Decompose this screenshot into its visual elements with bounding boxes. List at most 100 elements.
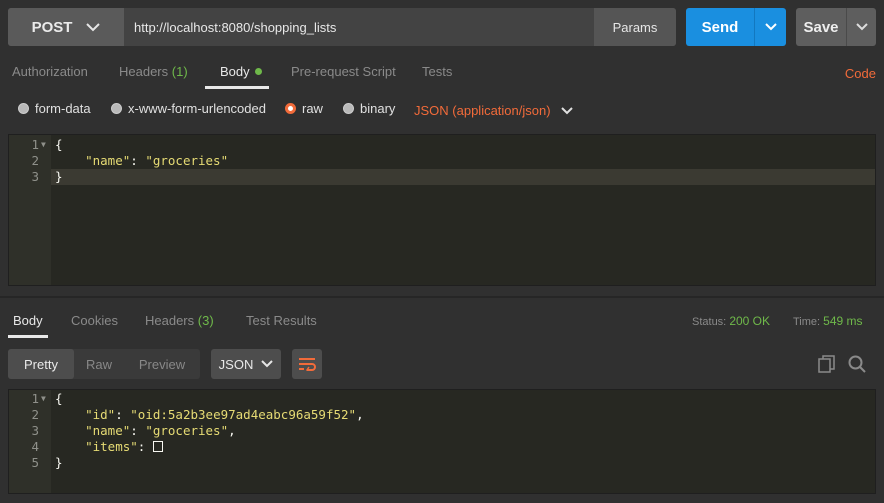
line-number: 2 xyxy=(31,407,39,422)
code-link[interactable]: Code xyxy=(845,66,876,81)
response-tab-test-results[interactable]: Test Results xyxy=(246,313,317,328)
search-button[interactable] xyxy=(847,354,867,374)
line-number: 3 xyxy=(31,423,39,438)
code-line: 2 "name": "groceries" xyxy=(9,153,875,169)
response-format-select[interactable]: JSON xyxy=(211,349,281,379)
code-line: 2 "id": "oid:5a2b3ee97ad4eabc96a59f52", xyxy=(9,407,875,423)
status-label: Status: xyxy=(692,316,727,328)
tab-pre-request-script[interactable]: Pre-request Script xyxy=(291,64,396,79)
url-bar: POST http://localhost:8080/shopping_list… xyxy=(8,8,676,46)
url-input[interactable]: http://localhost:8080/shopping_lists xyxy=(124,8,594,46)
line-number: 5 xyxy=(31,455,39,470)
radio-binary-label: binary xyxy=(360,101,396,116)
code-line-active: 3 } xyxy=(31,169,875,185)
copy-button[interactable] xyxy=(817,354,837,374)
radio-form-data-label: form-data xyxy=(35,101,91,116)
line-number: 3 xyxy=(31,169,39,184)
radio-x-www-form-urlencoded[interactable]: x-www-form-urlencoded xyxy=(111,101,266,116)
line-number: 1 xyxy=(31,391,39,406)
response-tab-body[interactable]: Body xyxy=(13,313,43,328)
tab-body-label: Body xyxy=(220,64,250,79)
send-dropdown-button[interactable] xyxy=(754,8,786,46)
wrap-lines-icon xyxy=(299,358,316,371)
code-line: 1 ▼ { xyxy=(9,137,875,153)
copy-icon xyxy=(818,355,835,373)
response-tab-cookies[interactable]: Cookies xyxy=(71,313,118,328)
radio-circle-icon xyxy=(18,103,29,114)
code-text: { xyxy=(55,137,63,152)
view-raw-button[interactable]: Raw xyxy=(74,349,124,379)
content-type-select[interactable]: JSON (application/json) xyxy=(414,103,573,118)
tab-tests[interactable]: Tests xyxy=(422,64,452,79)
status-readout: Status: 200 OK xyxy=(692,314,770,328)
radio-selected-icon xyxy=(285,103,296,114)
time-label: Time: xyxy=(793,316,821,328)
response-tabs: Body Cookies Headers (3) Test Results St… xyxy=(0,300,884,338)
code-text: } xyxy=(55,455,63,470)
view-pretty-button[interactable]: Pretty xyxy=(8,349,74,379)
radio-raw[interactable]: raw xyxy=(285,101,323,116)
method-select[interactable]: POST xyxy=(8,8,124,46)
active-tab-indicator xyxy=(8,335,48,338)
code-text: "name": "groceries" xyxy=(85,153,229,168)
fold-icon[interactable]: ▼ xyxy=(41,391,46,407)
send-button[interactable]: Send xyxy=(686,8,754,46)
code-line: 1 ▼ { xyxy=(9,391,875,407)
code-text: "items": xyxy=(55,439,163,455)
chevron-down-icon xyxy=(855,23,868,31)
fold-icon[interactable]: ▼ xyxy=(41,137,46,153)
search-icon xyxy=(848,355,866,373)
method-label: POST xyxy=(31,18,73,36)
save-button-group: Save xyxy=(796,8,876,46)
line-number: 2 xyxy=(31,153,39,168)
empty-array-icon xyxy=(152,441,163,452)
line-number: 4 xyxy=(31,439,39,454)
tab-body[interactable]: Body xyxy=(220,64,262,79)
radio-circle-icon xyxy=(343,103,354,114)
view-mode-toggle: Pretty Raw Preview xyxy=(8,349,200,379)
tab-headers-label: Headers xyxy=(119,64,169,79)
code-text: "name": "groceries", xyxy=(85,423,236,438)
chevron-down-icon xyxy=(560,106,573,114)
response-headers-count: (3) xyxy=(197,313,214,328)
view-preview-button[interactable]: Preview xyxy=(124,349,200,379)
radio-raw-label: raw xyxy=(302,101,323,116)
radio-form-data[interactable]: form-data xyxy=(18,101,91,116)
response-tab-headers[interactable]: Headers (3) xyxy=(145,313,214,328)
request-body-editor[interactable]: 1 ▼ { 2 "name": "groceries" 3 } xyxy=(8,134,876,286)
time-readout: Time: 549 ms xyxy=(793,314,863,328)
chevron-down-icon xyxy=(86,22,101,31)
wrap-lines-button[interactable] xyxy=(292,349,322,379)
send-button-group: Send xyxy=(686,8,786,46)
body-modified-dot-icon xyxy=(254,68,262,75)
code-line: 3 "name": "groceries", xyxy=(9,423,875,439)
pane-divider[interactable] xyxy=(0,296,884,298)
content-type-label: JSON (application/json) xyxy=(414,103,551,118)
chevron-down-icon xyxy=(764,23,777,31)
response-toolbar: Pretty Raw Preview JSON xyxy=(0,348,884,380)
params-button[interactable]: Params xyxy=(594,8,676,46)
status-value: 200 OK xyxy=(729,314,771,328)
code-text: } xyxy=(55,169,63,184)
radio-urlencoded-label: x-www-form-urlencoded xyxy=(128,101,266,116)
body-type-options: form-data x-www-form-urlencoded raw bina… xyxy=(0,96,884,122)
response-headers-label: Headers xyxy=(145,313,195,328)
save-button[interactable]: Save xyxy=(796,8,846,46)
line-number: 1 xyxy=(31,137,39,152)
code-line: 4 "items": xyxy=(9,439,875,455)
request-tabs: Authorization Headers (1) Body Pre-reque… xyxy=(0,56,884,89)
active-tab-indicator xyxy=(205,86,269,89)
code-text: { xyxy=(55,391,63,406)
tab-headers[interactable]: Headers (1) xyxy=(119,64,188,79)
response-format-label: JSON xyxy=(218,356,254,372)
time-value: 549 ms xyxy=(823,314,863,328)
save-dropdown-button[interactable] xyxy=(846,8,876,46)
response-body-viewer[interactable]: 1 ▼ { 2 "id": "oid:5a2b3ee97ad4eabc96a59… xyxy=(8,389,876,494)
code-line: 5 } xyxy=(9,455,875,471)
code-text: "id": "oid:5a2b3ee97ad4eabc96a59f52", xyxy=(85,407,364,422)
chevron-down-icon xyxy=(261,360,274,368)
radio-binary[interactable]: binary xyxy=(343,101,395,116)
tab-headers-count: (1) xyxy=(171,64,188,79)
tab-authorization[interactable]: Authorization xyxy=(12,64,88,79)
radio-circle-icon xyxy=(111,103,122,114)
